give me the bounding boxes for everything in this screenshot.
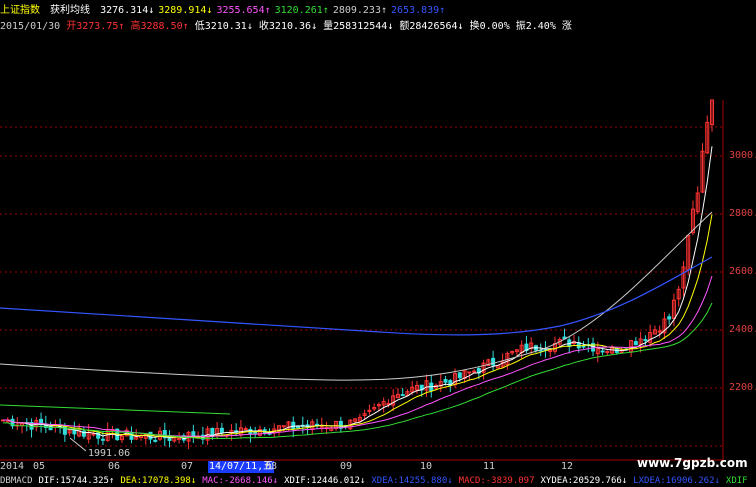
amount-value: 28426564	[409, 21, 458, 32]
footer-item-9: LXDEA:16906.262↓	[633, 476, 720, 486]
x-tick-label: 08	[265, 461, 278, 472]
candle-down	[643, 339, 648, 342]
y-tick-label: 2600.0	[729, 266, 756, 277]
low-label: 低	[194, 21, 205, 32]
x-tick-label: 07	[181, 461, 194, 472]
x-axis: 2014 05 06 07 14/07/11,五 08 09 10 11 12	[0, 461, 723, 474]
amount-arrow: ↓	[457, 21, 464, 32]
x-tick-label: 06	[108, 461, 121, 472]
x-tick-label: 12	[561, 461, 574, 472]
candle-down	[581, 345, 586, 348]
open-value: 3273.75	[76, 21, 119, 32]
low-value: 3210.31	[204, 21, 247, 32]
x-tick-label: 11	[483, 461, 496, 472]
footer-item-7: MACD:-3839.097	[458, 476, 535, 486]
close-value: 3210.36	[268, 21, 312, 32]
price-chart[interactable]: 1991.06	[0, 0, 756, 487]
candle-up	[177, 437, 182, 440]
footer-item-10: XDIF	[725, 476, 748, 486]
index-name[interactable]: 上证指数	[0, 3, 40, 18]
footer-item-8: XYDEA:20529.766↓	[540, 476, 628, 486]
x-tick-label: 05	[33, 461, 46, 472]
candle-down	[633, 341, 638, 346]
amount-label: 额	[399, 21, 410, 32]
ma10-line	[3, 214, 713, 438]
candle-down	[600, 350, 605, 353]
volume-label: 量	[323, 21, 334, 32]
footer-item-3: DEA:17078.398↓	[120, 476, 197, 486]
footer-item-5: XDIF:12446.012↓	[284, 476, 366, 486]
close-arrow: ↓	[311, 21, 318, 32]
candle-up	[657, 330, 662, 333]
x-tick-label: 10	[420, 461, 433, 472]
footer-item-1: DBMACD	[0, 476, 33, 486]
ma-value-3: 3255.654↑	[216, 5, 271, 16]
open-arrow: ↑	[118, 21, 125, 32]
candle-up	[467, 371, 472, 374]
candle-down	[100, 438, 105, 441]
ma60-line	[0, 211, 713, 381]
turnover-label: 换	[469, 21, 480, 32]
candle-down	[291, 421, 296, 430]
candle-up	[243, 428, 248, 431]
macd-footer[interactable]: DBMACD DIF:15744.325↑ DEA:17078.398↓ MAC:-2…	[0, 475, 756, 487]
ma-value-5: 2809.233↑	[332, 5, 387, 16]
candle-down	[72, 429, 77, 435]
footer-item-2: DIF:15744.325↑	[38, 476, 115, 486]
high-label: 高	[130, 21, 141, 32]
annotation-pointer	[69, 437, 87, 452]
candle-down	[400, 394, 405, 397]
ma20-line	[3, 275, 713, 437]
candle-down	[457, 372, 462, 379]
candle-down	[219, 427, 224, 434]
quote-date: 2015/01/30	[0, 21, 61, 32]
candle-down	[296, 426, 301, 429]
candle-down	[167, 437, 172, 441]
candle-down	[667, 316, 672, 320]
candle-down	[491, 357, 496, 366]
amplitude-value: 2.40%	[525, 21, 556, 32]
ma-value-6: 2653.839↑	[391, 5, 446, 16]
candle-down	[443, 379, 448, 383]
volume-arrow: ↓	[387, 21, 394, 32]
close-label: 收	[258, 21, 269, 32]
indicator-header: 上证指数 获利均线 3276.314↓ 3289.914↓ 3255.654↑ 312…	[0, 3, 449, 18]
ma-value-4: 3120.261↑	[274, 5, 329, 16]
y-tick-label: 2800.0	[729, 208, 756, 219]
ma5-line	[3, 146, 713, 440]
candle-down	[253, 431, 258, 434]
candle-up	[605, 351, 610, 354]
candle-up	[472, 370, 477, 373]
x-tick-label: 2014	[0, 461, 25, 472]
high-arrow: ↑	[182, 21, 189, 32]
y-tick-label: 2400.0	[729, 324, 756, 335]
x-tick-label: 09	[340, 461, 353, 472]
y-tick-label: 3000.0	[729, 150, 756, 161]
ma120-line	[0, 256, 713, 336]
indicator-name[interactable]: 获利均线	[50, 3, 90, 18]
watermark: www.7gpzb.com	[637, 456, 748, 470]
turnover-value: 0.00%	[479, 21, 510, 32]
y-tick-label: 2200.0	[729, 382, 756, 393]
footer-item-4: MAC:-2668.146↓	[202, 476, 279, 486]
volume-value: 258312544	[333, 21, 388, 32]
high-value: 3288.50	[140, 21, 183, 32]
open-label: 开	[66, 21, 77, 32]
quote-header: 2015/01/30 开3273.75↑ 高3288.50↑ 低3210.31↓…	[0, 19, 572, 34]
amplitude-label: 振	[515, 21, 526, 32]
low-annotation: 1991.06	[88, 448, 130, 459]
ma30-early-line	[0, 404, 231, 415]
ma-value-2: 3289.914↓	[158, 5, 213, 16]
candle-up	[281, 425, 286, 428]
ma-value-1: 3276.314↓	[100, 5, 155, 16]
ma-values: 3276.314↓ 3289.914↓ 3255.654↑ 3120.261↑ 2809…	[100, 5, 449, 16]
change-label: 涨	[561, 21, 572, 32]
candle-down	[153, 439, 158, 442]
candle-down	[129, 432, 134, 440]
footer-item-6: XDEA:14255.880↓	[371, 476, 453, 486]
low-arrow: ↓	[246, 21, 253, 32]
